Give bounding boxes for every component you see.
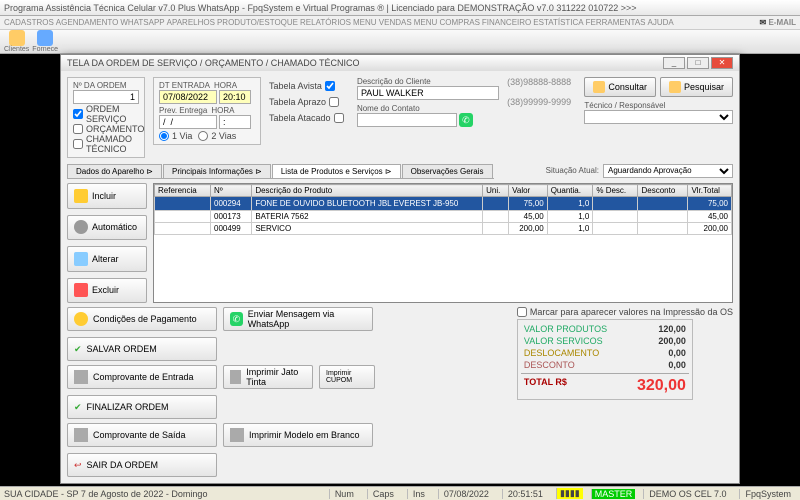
whatsapp-icon: ✆ — [230, 312, 243, 326]
prev-hora-input[interactable] — [219, 115, 251, 129]
app-title: Programa Assistência Técnica Celular v7.… — [4, 3, 637, 13]
table-row[interactable]: 000499SERVICO200,001,0200,00 — [155, 223, 732, 235]
tab-lista-produtos[interactable]: Lista de Produtos e Serviços ⊳ — [272, 164, 401, 178]
menu-aparelhos[interactable]: APARELHOS — [167, 18, 215, 27]
radio-2vias[interactable] — [198, 131, 208, 141]
menu-ajuda[interactable]: AJUDA — [648, 18, 674, 27]
exit-icon: ↩ — [74, 460, 82, 471]
modelo-branco-button[interactable]: Imprimir Modelo em Branco — [223, 423, 373, 447]
jato-button[interactable]: Imprimir Jato Tinta — [223, 365, 313, 389]
menu-agendamento[interactable]: AGENDAMENTO — [56, 18, 119, 27]
menu-compras[interactable]: MENU COMPRAS — [414, 18, 480, 27]
whatsapp-icon[interactable]: ✆ — [459, 113, 473, 127]
delete-icon — [74, 283, 88, 297]
chk-avista[interactable] — [325, 81, 335, 91]
sair-button[interactable]: ↩SAIR DA ORDEM — [67, 453, 217, 477]
order-modal: TELA DA ORDEM DE SERVIÇO / ORÇAMENTO / C… — [60, 54, 740, 484]
modal-titlebar: TELA DA ORDEM DE SERVIÇO / ORÇAMENTO / C… — [61, 55, 739, 71]
prev-dt-input[interactable] — [159, 115, 217, 129]
consultar-button[interactable]: Consultar — [584, 77, 656, 97]
pesquisar-button[interactable]: Pesquisar — [660, 77, 733, 97]
menu-cadastros[interactable]: CADASTROS — [4, 18, 54, 27]
clientes-icon[interactable] — [9, 30, 25, 46]
menu-produto[interactable]: PRODUTO/ESTOQUE — [217, 18, 298, 27]
finalizar-button[interactable]: ✔FINALIZAR ORDEM — [67, 395, 217, 419]
chk-orcamento[interactable] — [73, 124, 83, 134]
status-left: SUA CIDADE - SP 7 de Agosto de 2022 - Do… — [4, 489, 207, 499]
tab-principais-info[interactable]: Principais Informações ⊳ — [163, 164, 271, 178]
table-row[interactable]: 000294FONE DE OUVIDO BLUETOOTH JBL EVERE… — [155, 197, 732, 211]
app-titlebar: Programa Assistência Técnica Celular v7.… — [0, 0, 800, 16]
chk-os[interactable] — [73, 109, 83, 119]
menu-ferramentas[interactable]: FERRAMENTAS — [586, 18, 646, 27]
edit-icon — [74, 252, 88, 266]
plus-icon — [74, 189, 88, 203]
search-icon — [669, 81, 681, 93]
menu-financeiro[interactable]: FINANCEIRO — [482, 18, 531, 27]
chk-atacado[interactable] — [334, 113, 344, 123]
menu-email[interactable]: ✉ E-MAIL — [760, 18, 797, 27]
check-icon: ✔ — [74, 402, 82, 413]
chk-marcar-impressao[interactable] — [517, 307, 527, 317]
contato-input[interactable] — [357, 113, 457, 127]
workspace: TELA DA ORDEM DE SERVIÇO / ORÇAMENTO / C… — [0, 54, 800, 486]
tecnico-select[interactable] — [584, 110, 733, 124]
excluir-button[interactable]: Excluir — [67, 278, 147, 304]
barcode-icon — [74, 220, 88, 234]
totals-panel: VALOR PRODUTOS120,00 VALOR SERVICOS200,0… — [517, 319, 693, 400]
whatsapp-button[interactable]: ✆Enviar Mensagem via WhatsApp — [223, 307, 373, 331]
cupom-button[interactable]: Imprimir CUPOM — [319, 365, 375, 389]
radio-1via[interactable] — [159, 131, 169, 141]
printer-icon — [74, 428, 88, 442]
tab-dados-aparelho[interactable]: Dados do Aparelho ⊳ — [67, 164, 162, 178]
money-icon — [74, 312, 88, 326]
tab-bar: Dados do Aparelho ⊳ Principais Informaçõ… — [67, 164, 494, 179]
condicoes-button[interactable]: Condições de Pagamento — [67, 307, 217, 331]
search-icon — [593, 81, 605, 93]
tel2-text: (38)99999-9999 — [507, 97, 576, 107]
tel1-text: (38)98888-8888 — [507, 77, 576, 87]
menu-relatorios[interactable]: RELATÓRIOS — [300, 18, 351, 27]
close-button[interactable]: ✕ — [711, 57, 733, 69]
tab-observacoes[interactable]: Observações Gerais — [402, 164, 493, 178]
comprovante-entrada-button[interactable]: Comprovante de Entrada — [67, 365, 217, 389]
printer-icon — [74, 370, 88, 384]
situacao-select[interactable]: Aguardando Aprovação — [603, 164, 733, 178]
maximize-button[interactable]: □ — [687, 57, 709, 69]
check-icon: ✔ — [74, 344, 82, 355]
menu-estatistica[interactable]: ESTATÍSTICA — [533, 18, 583, 27]
comprovante-saida-button[interactable]: Comprovante de Saída — [67, 423, 217, 447]
fornece-icon[interactable] — [37, 30, 53, 46]
automatico-button[interactable]: Automático — [67, 215, 147, 241]
modal-title-text: TELA DA ORDEM DE SERVIÇO / ORÇAMENTO / C… — [67, 58, 360, 68]
cliente-input[interactable] — [357, 86, 499, 100]
menu-whatsapp[interactable]: WHATSAPP — [120, 18, 164, 27]
main-toolbar: Clientes Fornece — [0, 30, 800, 54]
table-row[interactable]: 000173BATERIA 756245,001,045,00 — [155, 211, 732, 223]
hora-input[interactable] — [219, 90, 251, 104]
menubar: CADASTROS AGENDAMENTO WHATSAPP APARELHOS… — [0, 16, 800, 30]
chk-chamado[interactable] — [73, 139, 83, 149]
products-grid[interactable]: Referencia Nº Descrição do Produto Uni. … — [153, 183, 733, 303]
alterar-button[interactable]: Alterar — [67, 246, 147, 272]
salvar-button[interactable]: ✔SALVAR ORDEM — [67, 337, 217, 361]
order-no-input[interactable] — [73, 90, 139, 104]
chk-aprazo[interactable] — [329, 97, 339, 107]
minimize-button[interactable]: _ — [663, 57, 685, 69]
printer-icon — [230, 428, 244, 442]
dt-entrada-input[interactable] — [159, 90, 217, 104]
menu-vendas[interactable]: MENU VENDAS — [353, 18, 412, 27]
incluir-button[interactable]: Incluir — [67, 183, 147, 209]
printer-icon — [230, 370, 241, 384]
statusbar: SUA CIDADE - SP 7 de Agosto de 2022 - Do… — [0, 486, 800, 500]
